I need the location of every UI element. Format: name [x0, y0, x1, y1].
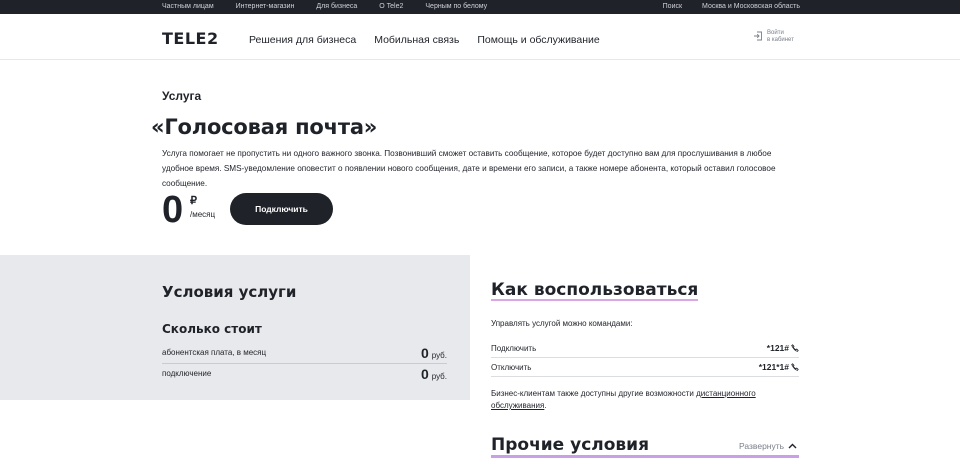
search-link[interactable]: Поиск: [663, 3, 682, 10]
utility-link-shop[interactable]: Интернет-магазин: [236, 3, 295, 10]
conditions-title: Условия услуги: [162, 283, 297, 301]
cost-label: подключение: [162, 369, 212, 378]
utility-link-private[interactable]: Частным лицам: [162, 3, 214, 10]
utility-link-about[interactable]: О Tele2: [379, 3, 403, 10]
service-description: Услуга помогает не пропустить ни одного …: [162, 149, 776, 188]
phone-icon: [791, 363, 799, 371]
top-utility-bar: Частным лицам Интернет-магазин Для бизне…: [0, 0, 960, 14]
cost-title: Сколько стоит: [162, 322, 262, 336]
login-icon: [753, 31, 763, 41]
cost-value: 0 руб.: [420, 365, 447, 382]
page-title: «Голосовая почта»: [151, 115, 378, 139]
utility-nav: Частным лицам Интернет-магазин Для бизне…: [162, 3, 509, 10]
command-row: Подключить *121#: [491, 339, 799, 358]
price-period: /месяц: [190, 210, 216, 219]
nav-help[interactable]: Помощь и обслуживание: [477, 34, 599, 46]
phone-icon: [791, 344, 799, 352]
cost-row: подключение 0 руб.: [162, 363, 447, 384]
utility-link-business[interactable]: Для бизнеса: [316, 3, 357, 10]
cost-label: абонентская плата, в месяц: [162, 348, 267, 357]
region-selector[interactable]: Москва и Московская область: [702, 3, 800, 10]
manage-text: Управлять услугой можно командами:: [491, 319, 633, 328]
login-label-1: Войти: [767, 30, 784, 36]
utility-link-black-on-white[interactable]: Черным по белому: [425, 3, 487, 10]
login-label-2: в кабинет: [767, 37, 794, 43]
main-header: TELE2 Решения для бизнеса Мобильная связ…: [0, 14, 960, 60]
command-code[interactable]: *121#: [767, 343, 799, 353]
nav-mobile[interactable]: Мобильная связь: [374, 34, 459, 46]
service-kicker: Услуга: [162, 89, 202, 103]
price-currency: ₽: [190, 195, 197, 207]
howto-title: Как воспользоваться: [491, 280, 699, 301]
expand-toggle[interactable]: Развернуть: [739, 441, 797, 451]
cost-row: абонентская плата, в месяц 0 руб.: [162, 342, 447, 364]
command-code[interactable]: *121*1#: [759, 362, 799, 372]
expand-label: Развернуть: [739, 441, 785, 451]
tele2-logo[interactable]: TELE2: [162, 29, 219, 48]
main-nav: Решения для бизнеса Мобильная связь Помо…: [249, 34, 618, 46]
other-conditions-title: Прочие условия: [491, 435, 649, 455]
conditions-panel: Условия услуги Сколько стоит абонентская…: [0, 255, 470, 400]
other-conditions-underline: [491, 455, 799, 458]
utility-right: Поиск Москва и Московская область: [643, 3, 800, 10]
price-amount: 0: [162, 189, 184, 231]
chevron-up-icon: [788, 443, 797, 449]
login-button[interactable]: Войти в кабинет: [753, 30, 794, 44]
connect-button[interactable]: Подключить: [230, 193, 333, 225]
command-label: Отключить: [491, 362, 532, 372]
command-label: Подключить: [491, 343, 537, 353]
nav-business-solutions[interactable]: Решения для бизнеса: [249, 34, 356, 46]
cost-value: 0 руб.: [420, 344, 447, 361]
command-row: Отключить *121*1#: [491, 358, 799, 377]
business-note: Бизнес-клиентам также доступны другие во…: [491, 389, 756, 410]
